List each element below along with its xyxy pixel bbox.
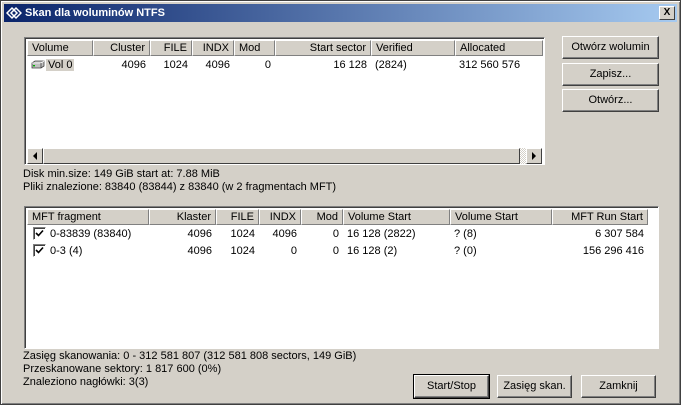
column-header-indx[interactable]: INDX [192,40,234,56]
column-header-volume-start-2[interactable]: Volume Start [450,209,552,225]
title-bar: Skan dla woluminów NTFS X [4,4,677,22]
scroll-right-button[interactable] [526,148,542,164]
table-row[interactable]: 0-3 (4) 4096 1024 0 0 16 128 (2) ? (0) 1… [27,243,648,259]
fragment-cell: 0-83839 (83840) [27,226,149,242]
scroll-left-button[interactable] [27,148,43,164]
cell-klaster: 4096 [187,228,212,240]
cell-mod: 0 [332,245,339,257]
cell-volume-start: 16 128 (2822) [347,228,416,240]
arrow-right-icon [532,152,536,160]
column-header-mft-mod[interactable]: Mod [301,209,343,225]
scan-range-button[interactable]: Zasięg skan. [497,375,572,398]
mft-list-header: MFT fragment Klaster FILE INDX Mod Volum… [27,209,648,225]
save-button[interactable]: Zapisz... [562,63,659,86]
column-header-klaster[interactable]: Klaster [149,209,216,225]
cell-start-sector: 16 128 [333,59,367,71]
cell-mod: 0 [264,59,271,71]
column-header-start-sector[interactable]: Start sector [275,40,371,56]
fragment-checkbox[interactable] [33,226,46,240]
column-header-verified[interactable]: Verified [371,40,455,56]
cell-file: 1024 [163,59,188,71]
column-header-volume-start[interactable]: Volume Start [343,209,450,225]
cell-allocated: 312 560 576 [459,59,521,71]
close-window-button[interactable]: X [659,6,675,20]
cell-indx: 4096 [205,59,230,71]
start-stop-button[interactable]: Start/Stop [413,374,490,399]
column-header-mft-run-start[interactable]: MFT Run Start [552,209,648,225]
mft-fragment-list[interactable]: MFT fragment Klaster FILE INDX Mod Volum… [24,206,659,349]
scan-dialog: Skan dla woluminów NTFS X Volume Cluster… [0,0,681,405]
cell-verified: (2824) [375,59,407,71]
app-icon [6,6,22,20]
column-header-mft-indx[interactable]: INDX [259,209,301,225]
files-found-text: Pliki znalezione: 83840 (83844) z 83840 … [23,181,337,193]
arrow-left-icon [33,152,37,160]
scroll-track[interactable] [43,148,526,164]
column-header-mft-file[interactable]: FILE [216,209,259,225]
volume-name: Vol 0 [46,59,75,71]
cell-cluster: 4096 [121,59,146,71]
cell-mft-run-start: 156 296 416 [582,245,644,257]
disk-min-size-text: Disk min.size: 149 GiB start at: 7.88 Mi… [23,168,220,180]
cell-mod: 0 [332,228,339,240]
scanned-sectors-text: Przeskanowane sektory: 1 817 600 (0%) [23,363,222,375]
check-icon [35,246,44,254]
cell-volume-start-2: ? (8) [454,228,477,240]
cell-klaster: 4096 [187,245,212,257]
headers-found-text: Znaleziono nagłówki: 3(3) [23,376,149,388]
cell-volume-start: 16 128 (2) [347,245,398,257]
cell-file: 1024 [230,228,255,240]
window-title: Skan dla woluminów NTFS [25,7,165,19]
column-header-mod[interactable]: Mod [234,40,275,56]
check-icon [35,229,44,237]
scan-range-text: Zasięg skanowania: 0 - 312 581 807 (312 … [23,350,357,362]
close-button[interactable]: Zamknij [581,375,656,398]
column-header-file[interactable]: FILE [150,40,192,56]
volume-cell: Vol 0 [27,57,93,73]
cell-volume-start-2: ? (0) [454,245,477,257]
cell-mft-run-start: 6 307 584 [595,228,644,240]
cell-indx: 0 [290,245,297,257]
volume-list-hscrollbar[interactable] [27,148,542,164]
scroll-thumb[interactable] [43,148,520,164]
table-row[interactable]: 0-83839 (83840) 4096 1024 4096 0 16 128 … [27,226,648,242]
volume-row[interactable]: Vol 0 4096 1024 4096 0 16 128 (2824) 312… [27,57,543,73]
open-volume-button[interactable]: Otwórz wolumin [562,36,659,59]
cell-indx: 4096 [272,228,297,240]
cell-file: 1024 [230,245,255,257]
open-button[interactable]: Otwórz... [562,89,659,112]
column-header-allocated[interactable]: Allocated [455,40,543,56]
fragment-range: 0-83839 (83840) [50,228,132,240]
column-header-cluster[interactable]: Cluster [93,40,150,56]
column-header-mft-fragment[interactable]: MFT fragment [27,209,149,225]
volume-list[interactable]: Volume Cluster FILE INDX Mod Start secto… [24,37,545,165]
fragment-cell: 0-3 (4) [27,243,149,259]
fragment-range: 0-3 (4) [50,245,83,257]
disk-icon [31,60,45,69]
column-header-volume[interactable]: Volume [27,40,93,56]
fragment-checkbox[interactable] [33,243,46,257]
volume-list-header: Volume Cluster FILE INDX Mod Start secto… [27,40,543,56]
